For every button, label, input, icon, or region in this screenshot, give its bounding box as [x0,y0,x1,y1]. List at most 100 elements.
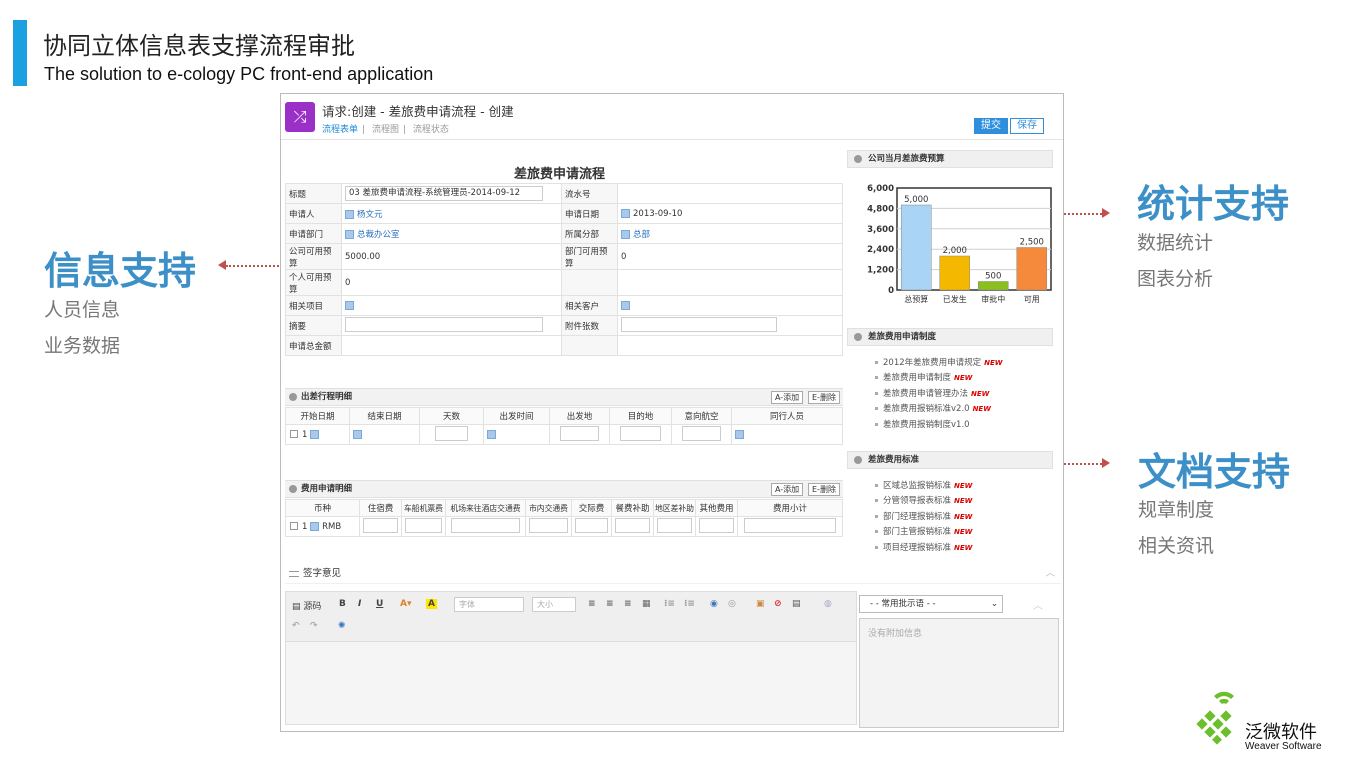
highlight-button[interactable]: A [426,599,437,609]
list-item[interactable]: 区域总监报销标准 NEW [875,479,972,494]
attachment-count-input[interactable] [621,316,777,332]
social-input[interactable] [574,517,609,533]
common-phrase-select[interactable]: - - 常用批示语 - - ⌄ [859,595,1003,613]
search-icon[interactable] [735,429,744,439]
tab-status[interactable]: 流程状态 [413,125,449,135]
globe-icon[interactable]: ◍ [824,599,832,609]
list-item[interactable]: 差旅费用报销制度v1.0 [875,418,1003,433]
list-item[interactable]: 分管领导报表标准 NEW [875,494,972,509]
empty-cell [617,269,843,296]
new-badge: NEW [984,359,1003,367]
trip-add-button[interactable]: A-添加 [771,391,804,404]
row-checkbox[interactable] [290,522,298,530]
region-allowance-input[interactable] [656,517,693,533]
expense-detail-title: 费用申请明细 [301,484,353,494]
list-item[interactable]: 项目经理报销标准 NEW [875,541,972,556]
destination-input[interactable] [619,425,662,441]
new-badge: NEW [972,405,991,414]
tab-flowchart[interactable]: 流程图 [372,125,399,135]
submit-button[interactable]: 提交 [974,118,1008,134]
ordered-list-icon[interactable]: ⁝≡ [664,599,675,609]
list-item[interactable]: 差旅费用申请制度 NEW [875,371,1003,386]
search-icon[interactable] [621,229,630,239]
expense-delete-button[interactable]: E-删除 [808,483,840,496]
title-accent-bar [13,20,27,86]
subtotal-input[interactable] [744,517,836,533]
field-label: 申请人 [285,203,342,224]
extra-info-box[interactable]: 没有附加信息 [859,618,1059,728]
city-transport-input[interactable] [529,517,568,533]
new-badge: NEW [954,543,973,552]
align-right-icon[interactable]: ≡ [624,599,632,609]
row-spacer [286,445,843,451]
meal-input[interactable] [614,517,651,533]
sign-opinion-bar[interactable]: 签字意见 ︿ [285,564,1061,584]
calendar-icon[interactable] [621,208,630,218]
ticket-input[interactable] [405,517,442,533]
field-label: 申请总金额 [285,335,342,356]
tab-form[interactable]: 流程表单 [322,125,358,135]
rich-text-editor[interactable]: ▤ 源码 B I U A▾ A 字体 大小 ≡ ≡ ≡ ▦ ⁝≡ ⁝≡ ◉ ◎ … [285,591,857,725]
align-center-icon[interactable]: ≡ [606,599,614,609]
column-header: 费用小计 [737,499,843,517]
link-icon[interactable]: ◉ [710,599,718,609]
undo-icon[interactable]: ↶ [292,621,300,631]
trip-delete-button[interactable]: E-删除 [808,391,840,404]
settings-icon[interactable]: ✺ [338,621,346,631]
other-input[interactable] [698,517,735,533]
field-label: 流水号 [561,183,618,204]
column-header: 其他费用 [695,499,738,517]
search-icon[interactable] [345,229,354,239]
search-icon[interactable] [345,300,354,310]
summary-input[interactable] [345,316,543,332]
font-color-button[interactable]: A▾ [400,599,411,609]
image-icon[interactable]: ▣ [756,599,765,609]
list-item[interactable]: 2012年差旅费用申请规定 NEW [875,356,1003,371]
align-left-icon[interactable]: ≡ [588,599,596,609]
column-header: 目的地 [609,407,672,425]
unlink-icon[interactable]: ◎ [728,599,736,609]
search-icon[interactable] [345,209,354,219]
list-item[interactable]: 差旅费用申请管理办法 NEW [875,387,1003,402]
airline-input[interactable] [681,425,722,441]
applicant-value[interactable]: 杨文元 [357,210,383,220]
shuffle-icon: ⤮ [285,102,315,132]
italic-button[interactable]: I [358,599,361,609]
table-icon[interactable]: ▤ [792,599,801,609]
list-item[interactable]: 差旅费用报销标准v2.0 NEW [875,402,1003,417]
days-input[interactable] [434,425,469,441]
source-button[interactable]: ▤ 源码 [292,599,321,612]
calendar-icon[interactable] [310,429,320,439]
airport-transport-input[interactable] [450,517,521,533]
collapse-icon[interactable]: ︿ [1045,564,1055,584]
expense-add-button[interactable]: A-添加 [771,483,804,496]
column-header: 机场来往酒店交通费 [445,499,526,517]
row-spacer [286,537,843,543]
calendar-icon[interactable] [353,429,362,439]
underline-button[interactable]: U [376,599,383,609]
justify-icon[interactable]: ▦ [642,599,651,609]
search-icon[interactable] [310,521,320,531]
save-button[interactable]: 保存 [1010,118,1044,134]
departure-input[interactable] [559,425,600,441]
y-tick-label: 1,200 [867,266,894,276]
unordered-list-icon[interactable]: ⁝≡ [684,599,695,609]
currency-value[interactable]: RMB [322,522,341,532]
branch-value[interactable]: 总部 [633,230,650,240]
apply-date-value[interactable]: 2013-09-10 [633,209,682,219]
list-item[interactable]: 部门经理报销标准 NEW [875,510,972,525]
row-checkbox[interactable] [290,430,298,438]
list-item[interactable]: 部门主管报销标准 NEW [875,525,972,540]
font-size-select[interactable]: 大小 [532,597,576,612]
redo-icon[interactable]: ↷ [310,621,318,631]
no-entry-icon[interactable]: ⊘ [774,599,782,609]
title-input[interactable]: 03 差旅费申请流程-系统管理员-2014-09-12 [345,186,543,201]
column-header: 天数 [419,407,484,425]
search-icon[interactable] [621,300,630,310]
clock-icon[interactable] [487,429,496,439]
collapse-icon[interactable]: ︿ [1033,597,1043,612]
font-family-select[interactable]: 字体 [454,597,524,612]
dept-value[interactable]: 总裁办公室 [357,230,400,240]
lodging-input[interactable] [362,517,399,533]
bold-button[interactable]: B [339,599,346,609]
